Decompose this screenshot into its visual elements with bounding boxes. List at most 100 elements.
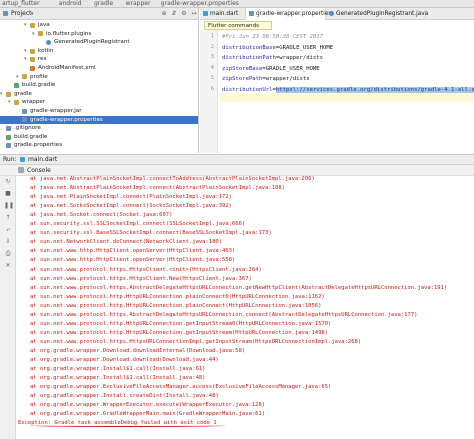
tree-item[interactable]: AndroidManifest.xml (0, 64, 198, 73)
code-line[interactable]: distributionUrl=https\://services.gradle… (222, 86, 474, 94)
hide-icon[interactable]: ↦ (190, 10, 198, 18)
property-key: distributionBase (222, 44, 276, 51)
code-line[interactable]: zipStorePath=wrapper/dists (222, 75, 310, 83)
tree-item-label: gradle-wrapper.properties (30, 116, 103, 123)
gradle-file-icon (6, 134, 11, 140)
console-output[interactable]: at java.net.AbstractPlainSocketImpl.conn… (16, 176, 474, 439)
file-icon (6, 125, 11, 131)
run-toolwindow-header: Run: main.dart (0, 154, 474, 165)
stop-icon[interactable]: ■ (4, 190, 12, 198)
pause-icon[interactable]: ❚❚ (4, 202, 14, 210)
folder-icon (14, 100, 19, 106)
breadcrumb-item[interactable]: wrapper (126, 0, 151, 7)
code-line[interactable]: distributionPath=wrapper/dists (222, 54, 323, 62)
flutter-commands-tooltip[interactable]: Flutter commands (204, 21, 272, 30)
expand-arrow-icon[interactable]: ▾ (24, 55, 27, 64)
console-tab[interactable]: Console (27, 165, 51, 176)
breadcrumb-item[interactable]: android (59, 0, 82, 7)
soft-wrap-icon[interactable]: ⤶ (4, 226, 12, 234)
tree-item[interactable]: ▾ res (0, 55, 198, 64)
stacktrace-line: at java.net.AbstractPlainSocketImpl.conn… (30, 185, 285, 192)
stacktrace-line: at org.gradle.wrapper.Install$1.call(Ins… (30, 375, 206, 382)
tree-item[interactable]: build.gradle (0, 133, 198, 142)
breadcrumb: artup_flutter android gradle wrapper gradle-… (0, 0, 474, 8)
editor: main.dart gradle-wrapper.properties Gene… (200, 8, 474, 153)
expand-arrow-icon[interactable]: ▾ (16, 73, 19, 82)
project-panel-title[interactable]: Project (11, 8, 32, 20)
expand-arrow-icon[interactable]: ▾ (0, 90, 3, 99)
tree-item-label: profile (30, 73, 48, 80)
run-tab-main-dart[interactable]: main.dart (28, 155, 57, 165)
scroll-up-icon[interactable]: ↑ (4, 214, 12, 222)
property-value: =GRADLE_USER_HOME (262, 65, 320, 72)
tree-item[interactable]: ▾ kotlin (0, 47, 198, 56)
stacktrace-line: at sun.net.www.http.HttpClient.openServe… (30, 257, 236, 264)
tree-item-label: kotlin (38, 47, 54, 54)
stacktrace-line: at java.net.PlainSocketImpl.connect(Plai… (30, 194, 232, 201)
rerun-icon[interactable]: ↻ (4, 178, 12, 186)
breadcrumb-item[interactable]: artup_flutter (2, 0, 40, 7)
tree-item[interactable]: ▾ java (0, 21, 198, 30)
tree-item[interactable]: ▾ io.flutter.plugins (0, 30, 198, 39)
tree-item-label: java (38, 22, 50, 28)
code-line[interactable]: #Fri Jun 23 08:50:38 CEST 2017 (222, 33, 323, 41)
tree-item-label: res (38, 56, 47, 63)
property-value: =GRADLE_USER_HOME (275, 44, 334, 51)
project-panel: Project ▾ ⊕ ⇵ ⚙ ↦ ▾ java ▾ io.flutter.plugi… (0, 8, 199, 153)
expand-arrow-icon[interactable]: ▾ (24, 21, 27, 30)
code-line[interactable]: distributionBase=GRADLE_USER_HOME (222, 44, 333, 52)
expand-arrow-icon[interactable]: ▾ (24, 47, 27, 56)
stacktrace-line: at sun.security.ssl.SSLSocketImpl.connec… (30, 221, 246, 228)
stacktrace-line: at org.gradle.wrapper.Download.download(… (30, 357, 219, 363)
tab-label: gradle-wrapper.properties (256, 11, 332, 17)
tree-item[interactable]: GeneratedPluginRegistrant (0, 38, 198, 47)
gear-icon[interactable]: ⚙ (180, 10, 188, 18)
target-icon[interactable]: ⊕ (160, 10, 168, 18)
tree-item-label: gradle.properties (14, 142, 63, 149)
run-label: Run: (3, 156, 17, 163)
breadcrumb-item[interactable]: gradle (94, 0, 113, 7)
folder-icon (30, 48, 35, 54)
breadcrumb-item[interactable]: gradle-wrapper.properties (161, 0, 239, 7)
tree-item-label: gradle (14, 90, 32, 97)
tree-item[interactable]: ▾ gradle (0, 90, 198, 99)
line-number: 6 (210, 85, 214, 92)
tab-main-dart[interactable]: main.dart (200, 8, 246, 20)
print-icon[interactable]: ⎙ (4, 250, 12, 258)
stacktrace-line: at sun.net.www.protocol.https.AbstractDe… (30, 284, 448, 291)
java-file-icon (329, 11, 334, 16)
tree-item[interactable]: build.gradle (0, 81, 198, 90)
scroll-to-end-icon[interactable]: ⇩ (4, 238, 12, 246)
tree-item[interactable]: ▾ wrapper (0, 98, 198, 107)
stacktrace-line: at sun.net.NetworkClient.doConnect(Netwo… (30, 239, 223, 246)
collapse-icon[interactable]: ⇵ (170, 10, 178, 18)
property-key: distributionPath (222, 55, 276, 61)
stacktrace-line: at sun.net.www.protocol.https.HttpsClien… (30, 275, 252, 282)
project-panel-header: Project ▾ ⊕ ⇵ ⚙ ↦ (0, 8, 198, 20)
stacktrace-line: at sun.net.www.http.HttpClient.openServe… (30, 248, 236, 255)
expand-arrow-icon[interactable]: ▾ (8, 98, 11, 107)
tab-gradle-wrapper-properties[interactable]: gradle-wrapper.properties (246, 8, 331, 20)
folder-icon (38, 31, 43, 37)
stacktrace-line: at sun.net.www.protocol.https.HttpsClien… (30, 266, 262, 273)
tab-label: main.dart (210, 11, 239, 17)
stacktrace-line: at org.gradle.wrapper.GradleWrapperMain.… (30, 411, 266, 418)
tree-item[interactable]: ▾ profile (0, 73, 198, 82)
tree-item-label: build.gradle (22, 82, 56, 89)
line-number: 5 (210, 75, 214, 81)
project-icon (3, 11, 8, 16)
clear-icon[interactable]: ✕ (4, 262, 12, 270)
expand-arrow-icon[interactable]: ▾ (32, 30, 35, 39)
chevron-down-icon[interactable]: ▾ (31, 8, 34, 20)
tree-item[interactable]: gradle-wrapper.jar (0, 107, 198, 116)
folder-icon (22, 74, 27, 80)
tree-item[interactable]: gradle.properties (0, 141, 198, 150)
selected-url-text[interactable]: https\://services.gradle.org/distributio… (275, 86, 474, 93)
property-value: =wrapper/dists (262, 76, 310, 82)
code-line[interactable]: zipStoreBase=GRADLE_USER_HOME (222, 65, 320, 73)
tree-item[interactable]: gradle-wrapper.properties (0, 115, 198, 125)
stacktrace-line: at sun.net.www.protocol.http.HttpURLConn… (30, 320, 332, 327)
folder-icon (6, 91, 11, 97)
tab-generated-plugin-registrant[interactable]: GeneratedPluginRegistrant.java (326, 8, 428, 20)
tree-item[interactable]: .gitignore (0, 124, 198, 133)
